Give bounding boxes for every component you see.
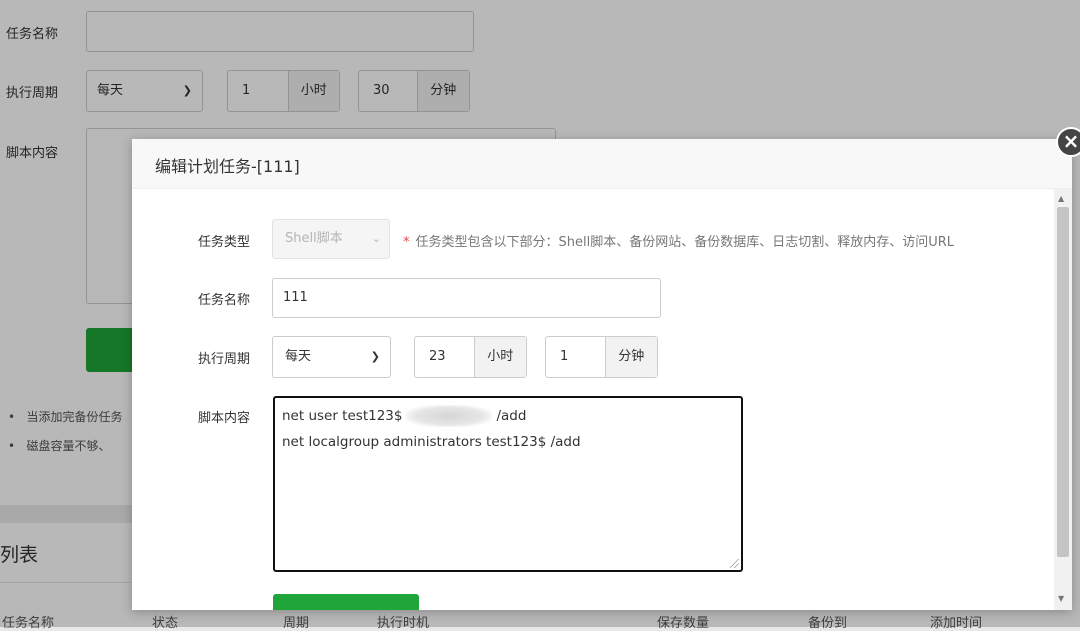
script-label: 脚本内容 <box>197 411 250 426</box>
chevron-down-icon: ❯ <box>370 350 380 363</box>
hour-value: 23 <box>429 349 446 364</box>
scrollbar-thumb[interactable] <box>1057 207 1069 557</box>
minute-field[interactable]: 1 分钟 <box>545 336 658 378</box>
period-value: 每天 <box>285 349 312 364</box>
period-label: 执行周期 <box>197 352 250 367</box>
close-icon[interactable]: × <box>1056 127 1080 157</box>
task-type-select[interactable]: Shell脚本 ⌄ <box>272 219 390 259</box>
resize-handle[interactable] <box>730 559 739 568</box>
minute-value: 1 <box>560 349 569 364</box>
modal-title: 编辑计划任务-[111] <box>155 157 300 176</box>
hour-field[interactable]: 23 小时 <box>414 336 527 378</box>
task-name-value: 111 <box>283 290 308 305</box>
modal-header: 编辑计划任务-[111] <box>132 139 1072 189</box>
submit-button[interactable] <box>273 594 419 610</box>
script-textarea[interactable]: net user test123$/add net localgroup adm… <box>273 396 743 572</box>
redacted-blur <box>406 405 493 427</box>
task-type-value: Shell脚本 <box>285 231 343 246</box>
scroll-up-arrow-icon[interactable]: ▲ <box>1058 194 1064 203</box>
edit-task-modal: 编辑计划任务-[111] 任务类型 Shell脚本 ⌄ * 任务类型包含以下部分：… <box>132 139 1072 610</box>
task-name-label: 任务名称 <box>197 293 250 308</box>
task-type-label: 任务类型 <box>197 235 250 250</box>
required-star: * <box>403 235 410 250</box>
task-type-hint: * 任务类型包含以下部分：Shell脚本、备份网站、备份数据库、日志切割、释放内存… <box>403 235 955 250</box>
script-line-1: net user test123$/add <box>282 403 734 429</box>
hour-unit: 小时 <box>473 337 526 377</box>
scroll-down-arrow-icon[interactable]: ▼ <box>1058 594 1064 603</box>
chevron-down-icon: ⌄ <box>371 232 381 245</box>
task-name-input[interactable]: 111 <box>272 278 661 318</box>
script-line-2: net localgroup administrators test123$ /… <box>282 434 581 450</box>
period-select[interactable]: 每天 ❯ <box>272 336 391 378</box>
minute-unit: 分钟 <box>604 337 657 377</box>
